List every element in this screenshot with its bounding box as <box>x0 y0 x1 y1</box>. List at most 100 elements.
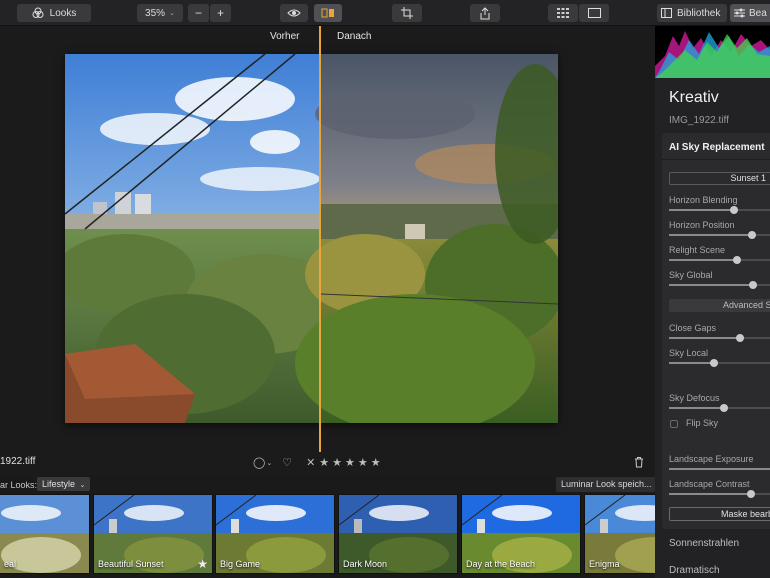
looks-thumbnails: eal Beautiful Sunset ★ Big Game Dark Moo… <box>0 494 655 576</box>
look-thumb[interactable]: Enigma <box>584 494 655 574</box>
compare-button[interactable] <box>314 4 342 22</box>
slider-fill <box>669 337 741 339</box>
sky-global-slider[interactable] <box>669 281 770 289</box>
image-filename: 1922.tiff <box>0 456 36 467</box>
sky-selection-dropdown[interactable]: Sunset 1 <box>669 172 770 185</box>
library-tab[interactable]: Bibliothek <box>657 4 727 22</box>
single-image-icon <box>587 8 601 18</box>
eye-icon <box>287 8 301 18</box>
save-look-button[interactable]: Luminar Look speich... <box>556 477 655 492</box>
look-thumb[interactable]: Dark Moon <box>338 494 458 574</box>
zoom-value: 35% <box>145 7 166 19</box>
sky-local-slider[interactable] <box>669 359 770 367</box>
edit-mask-button[interactable]: Maske bearbe <box>669 507 770 521</box>
slider-fill <box>669 493 751 495</box>
star-5[interactable]: ★ <box>371 456 381 469</box>
slider-knob[interactable] <box>733 256 742 264</box>
looks-prefix: ar Looks: <box>0 480 38 490</box>
chevron-down-icon: ⌄ <box>169 10 175 17</box>
look-label: Day at the Beach <box>466 559 536 569</box>
share-button[interactable] <box>470 4 500 22</box>
slider-knob[interactable] <box>720 404 728 412</box>
tool-dramatic[interactable]: Dramatisch <box>669 565 720 576</box>
look-thumb[interactable]: Big Game <box>215 494 335 574</box>
edit-label: Bea <box>749 7 767 19</box>
star-2[interactable]: ★ <box>332 456 342 469</box>
ai-sky-replacement-tool: AI Sky Replacement Sunset 1 Horizon Blen… <box>662 133 770 529</box>
looks-bar: ar Looks: Lifestyle ⌄ Luminar Look speic… <box>0 476 655 494</box>
zoom-out-button[interactable]: − <box>188 4 209 22</box>
chevron-down-icon: ⌄ <box>79 482 86 489</box>
look-thumb[interactable]: eal <box>0 494 90 574</box>
landscape-contrast-slider[interactable] <box>669 490 770 498</box>
slider-label: Relight Scene <box>669 245 726 255</box>
look-label: Enigma <box>589 559 620 569</box>
tool-sunrays[interactable]: Sonnenstrahlen <box>669 538 739 549</box>
slider-knob[interactable] <box>730 206 739 214</box>
horizon-position-slider[interactable] <box>669 231 770 239</box>
zoom-in-label: + <box>216 6 224 20</box>
horizon-blending-slider[interactable] <box>669 206 770 214</box>
look-thumb[interactable]: Beautiful Sunset ★ <box>93 494 213 574</box>
flip-sky-checkbox[interactable] <box>670 420 678 428</box>
slider-fill <box>669 209 735 211</box>
grid-view-button[interactable] <box>548 4 578 22</box>
chevron-down-icon[interactable]: ⌄ <box>266 459 272 467</box>
sky-defocus-slider[interactable] <box>669 404 770 412</box>
landscape-exposure-slider[interactable] <box>669 468 770 470</box>
photo-preview[interactable] <box>65 54 558 423</box>
slider-knob[interactable] <box>748 281 757 289</box>
slider-label: Landscape Contrast <box>669 479 750 489</box>
looks-category: Lifestyle <box>42 479 76 489</box>
close-gaps-slider[interactable] <box>669 334 770 342</box>
single-view-button[interactable] <box>579 4 609 22</box>
relight-scene-slider[interactable] <box>669 256 770 264</box>
edit-tab[interactable]: Bea <box>730 4 770 22</box>
advanced-settings-button[interactable]: Advanced Set <box>669 299 770 312</box>
crop-button[interactable] <box>392 4 422 22</box>
star-1[interactable]: ★ <box>319 456 329 469</box>
share-icon <box>479 6 491 20</box>
star-4[interactable]: ★ <box>358 456 368 469</box>
slider-label: Sky Defocus <box>669 393 720 403</box>
heart-icon[interactable]: ♡ <box>282 456 292 469</box>
sliders-icon <box>734 8 745 18</box>
zoom-in-button[interactable]: + <box>210 4 231 22</box>
look-thumb[interactable]: Day at the Beach <box>461 494 581 574</box>
slider-label: Sky Local <box>669 348 709 358</box>
split-view-icon <box>321 8 335 18</box>
slider-knob[interactable] <box>709 359 718 367</box>
slider-label: Close Gaps <box>669 323 717 333</box>
look-label: eal <box>4 559 17 569</box>
zoom-select[interactable]: 35% ⌄ <box>137 4 183 22</box>
slider-fill <box>669 259 738 261</box>
slider-label: Horizon Blending <box>669 195 738 205</box>
before-label: Vorher <box>270 31 300 42</box>
slider-fill <box>669 362 714 364</box>
reject-icon[interactable]: ✕ <box>306 456 315 469</box>
slider-knob[interactable] <box>747 231 756 239</box>
preview-eye-button[interactable] <box>280 4 308 22</box>
trash-icon[interactable] <box>634 456 644 471</box>
slider-knob[interactable] <box>746 490 755 498</box>
look-label: Dark Moon <box>343 559 388 569</box>
tool-title[interactable]: AI Sky Replacement <box>669 142 765 153</box>
slider-fill <box>669 284 753 286</box>
after-label: Danach <box>337 31 372 42</box>
slider-knob[interactable] <box>736 334 745 342</box>
looks-button[interactable]: Looks <box>17 4 91 22</box>
slider-label: Landscape Exposure <box>669 454 754 464</box>
favorite-star-icon[interactable]: ★ <box>197 557 208 571</box>
library-label: Bibliothek <box>677 7 721 19</box>
looks-icon <box>32 7 44 19</box>
flag-icon[interactable]: ◯ <box>253 456 265 469</box>
look-label: Beautiful Sunset <box>98 559 164 569</box>
slider-fill <box>669 468 770 470</box>
crop-icon <box>401 7 413 19</box>
flip-sky-label: Flip Sky <box>686 418 719 428</box>
before-after-divider[interactable] <box>319 26 321 452</box>
slider-fill <box>669 234 752 236</box>
looks-category-select[interactable]: Lifestyle ⌄ <box>37 477 91 491</box>
star-3[interactable]: ★ <box>345 456 355 469</box>
top-toolbar: Looks 35% ⌄ − + Bibliothek Bea <box>0 0 770 26</box>
